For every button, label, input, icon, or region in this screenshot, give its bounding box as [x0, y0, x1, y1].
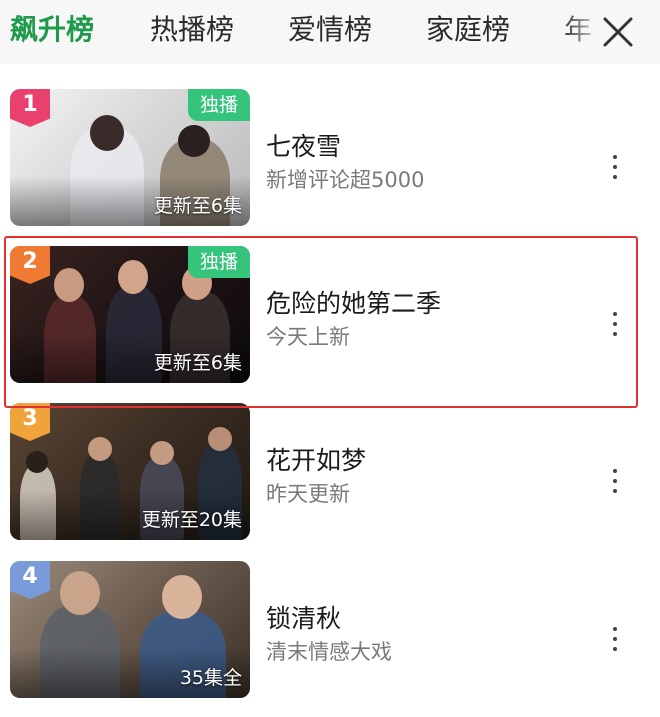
episode-update-label: 更新至20集: [141, 509, 242, 531]
poster-thumbnail[interactable]: 1 独播 更新至6集: [10, 89, 250, 226]
tab-family[interactable]: 家庭榜: [426, 12, 510, 48]
episode-update-label: 35集全: [179, 667, 242, 689]
tab-romance[interactable]: 爱情榜: [288, 12, 372, 48]
list-item[interactable]: 1 独播 更新至6集 七夜雪 新增评论超5000: [0, 89, 660, 245]
more-vertical-icon[interactable]: [602, 147, 628, 187]
poster-thumbnail[interactable]: 3 更新至20集: [10, 403, 250, 540]
exclusive-badge: 独播: [188, 89, 250, 121]
ranking-tab-bar: 飙升榜 热播榜 爱情榜 家庭榜 年: [0, 0, 660, 64]
show-title[interactable]: 锁清秋: [266, 599, 341, 635]
highlight-frame: [4, 236, 638, 408]
tab-hot[interactable]: 热播榜: [150, 12, 234, 48]
more-vertical-icon[interactable]: [602, 619, 628, 659]
show-subtitle: 昨天更新: [266, 482, 350, 506]
list-item[interactable]: 3 更新至20集 花开如梦 昨天更新: [0, 403, 660, 559]
more-vertical-icon[interactable]: [602, 461, 628, 501]
tab-soaring[interactable]: 飙升榜: [10, 12, 94, 48]
episode-update-label: 更新至6集: [153, 195, 242, 217]
show-subtitle: 新增评论超5000: [266, 168, 425, 192]
show-subtitle: 清末情感大戏: [266, 640, 392, 664]
list-item[interactable]: 4 35集全 锁清秋 清末情感大戏: [0, 561, 660, 717]
show-title[interactable]: 花开如梦: [266, 441, 366, 477]
poster-thumbnail[interactable]: 4 35集全: [10, 561, 250, 698]
close-icon[interactable]: [600, 14, 636, 50]
show-title[interactable]: 七夜雪: [266, 127, 341, 163]
